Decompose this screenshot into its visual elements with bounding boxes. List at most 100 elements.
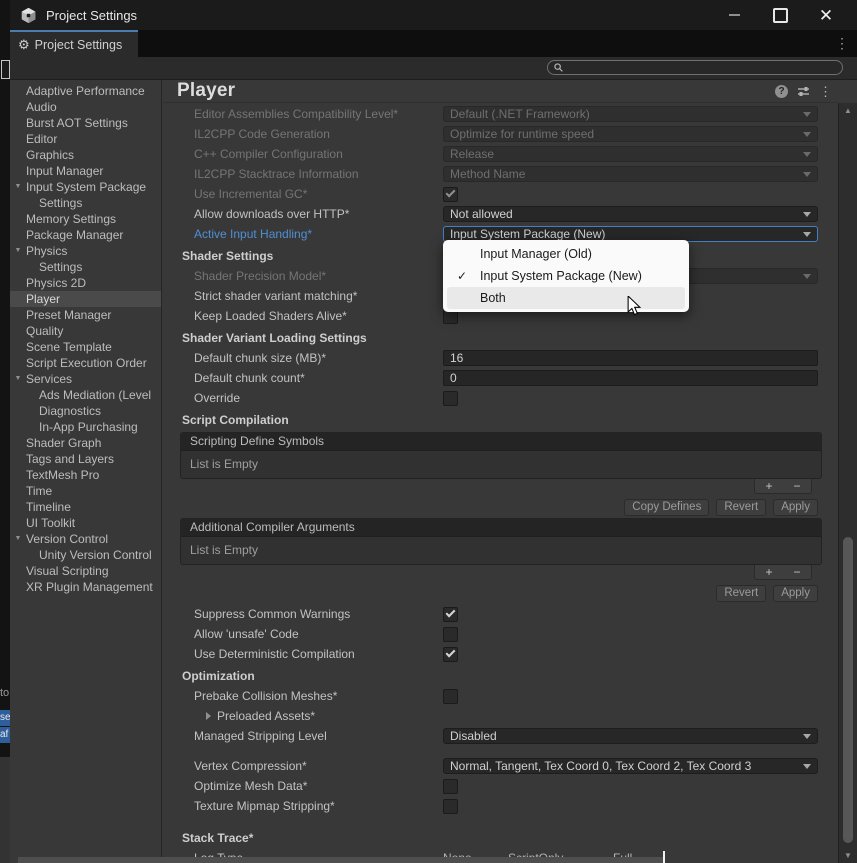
checkbox[interactable] [443,187,458,202]
settings-sidebar[interactable]: Adaptive Performance Audio Burst AOT Set… [10,80,162,863]
sidebar-item[interactable]: Settings [10,259,161,275]
sidebar-item[interactable]: ▼ Physics [10,243,161,259]
foldout-expanded-icon[interactable]: ▼ [12,243,24,259]
sidebar-item[interactable]: UI Toolkit [10,515,161,531]
window-titlebar[interactable]: Project Settings ✕ [10,0,857,30]
popup-option-input-manager-old[interactable]: Input Manager (Old) [443,243,689,265]
checkbox[interactable] [443,391,458,406]
sidebar-item[interactable]: ▼ Services [10,371,161,387]
popup-option-both[interactable]: Both [447,287,685,309]
background-caret-fragment [663,851,665,863]
page-title: Player [177,80,766,102]
dropdown[interactable]: Normal, Tangent, Tex Coord 0, Tex Coord … [443,758,818,774]
sidebar-item[interactable]: Adaptive Performance [10,83,161,99]
panel-menu-dots-icon[interactable]: ⋮ [819,85,832,98]
sidebar-item[interactable]: Timeline [10,499,161,515]
checkbox[interactable] [443,689,458,704]
sidebar-item[interactable]: Tags and Layers [10,451,161,467]
sidebar-item[interactable]: Settings [10,195,161,211]
sidebar-item[interactable]: Audio [10,99,161,115]
sidebar-item[interactable]: Package Manager [10,227,161,243]
sidebar-item[interactable]: Graphics [10,147,161,163]
row-label: Stack Trace* [182,831,253,845]
settings-row: Use Deterministic Compilation [163,644,838,664]
tab-project-settings[interactable]: ⚙ Project Settings [10,30,138,57]
apply-button[interactable]: Apply [773,499,818,516]
sidebar-item-label: Package Manager [26,228,123,242]
popup-option-input-system-package-new[interactable]: ✓ Input System Package (New) [443,265,689,287]
maximize-button[interactable] [757,0,803,30]
chevron-down-icon [803,172,811,177]
sidebar-item[interactable]: Preset Manager [10,307,161,323]
vertical-scrollbar[interactable]: ▲ ▼ [838,103,857,863]
remove-button[interactable]: − [793,566,800,578]
sidebar-item[interactable]: Shader Graph [10,435,161,451]
sidebar-item[interactable]: Burst AOT Settings [10,115,161,131]
scroll-down-icon[interactable]: ▼ [839,851,857,860]
sidebar-item[interactable]: ▼ Version Control [10,531,161,547]
close-button[interactable]: ✕ [803,0,849,30]
sidebar-item[interactable]: In-App Purchasing [10,419,161,435]
background-bottom-strip [18,857,665,863]
field-value: 16 [450,351,463,365]
settings-row: Allow 'unsafe' Code [163,624,838,644]
foldout-expanded-icon[interactable]: ▼ [12,531,24,547]
sidebar-item[interactable]: Player [10,291,161,307]
sidebar-item[interactable]: Script Execution Order [10,355,161,371]
dropdown[interactable]: Method Name [443,166,818,182]
foldout-collapsed-icon[interactable] [206,712,211,720]
spacer [163,746,838,756]
listbox-title[interactable]: Scripting Define Symbols [181,433,821,451]
sidebar-item[interactable]: Physics 2D [10,275,161,291]
row-label: Shader Settings [182,249,273,263]
minimize-button[interactable] [711,0,757,30]
sidebar-item[interactable]: Time [10,483,161,499]
foldout-expanded-icon[interactable]: ▼ [12,179,24,195]
sidebar-item-label: Memory Settings [26,212,116,226]
sidebar-item[interactable]: TextMesh Pro [10,467,161,483]
sidebar-item[interactable]: Memory Settings [10,211,161,227]
sidebar-item[interactable]: Scene Template [10,339,161,355]
chevron-down-icon [803,152,811,157]
sidebar-item[interactable]: Editor [10,131,161,147]
checkbox[interactable] [443,779,458,794]
dropdown[interactable]: Optimize for runtime speed [443,126,818,142]
scrollbar-thumb[interactable] [843,537,853,843]
sidebar-item-label: Physics 2D [26,276,86,290]
text-field[interactable]: 16 [443,350,818,366]
scroll-up-icon[interactable]: ▲ [839,106,857,115]
help-icon[interactable]: ? [775,85,788,98]
sidebar-item[interactable]: Diagnostics [10,403,161,419]
button-row: Revert Apply [163,585,818,602]
dropdown[interactable]: Disabled [443,728,818,744]
add-button[interactable]: + [765,566,772,578]
sidebar-item[interactable]: Unity Version Control [10,547,161,563]
checkbox[interactable] [443,607,458,622]
sidebar-item[interactable]: Input Manager [10,163,161,179]
revert-button[interactable]: Revert [716,585,766,602]
revert-button[interactable]: Revert [716,499,766,516]
add-button[interactable]: + [765,480,772,492]
remove-button[interactable]: − [793,480,800,492]
sidebar-item[interactable]: Ads Mediation (Level [10,387,161,403]
sidebar-item[interactable]: Quality [10,323,161,339]
listbox-title[interactable]: Additional Compiler Arguments [181,519,821,537]
checkbox[interactable] [443,647,458,662]
foldout-expanded-icon[interactable]: ▼ [12,371,24,387]
preset-sliders-icon[interactable] [797,85,810,98]
search-input[interactable] [547,60,843,75]
text-field[interactable]: 0 [443,370,818,386]
background-text-fragment: to [0,687,9,699]
checkbox[interactable] [443,799,458,814]
copy-defines-button[interactable]: Copy Defines [624,499,709,516]
sidebar-item[interactable]: XR Plugin Management [10,579,161,595]
apply-button[interactable]: Apply [773,585,818,602]
sidebar-item-label: Adaptive Performance [26,84,145,98]
dropdown[interactable]: Not allowed [443,206,818,222]
checkbox[interactable] [443,627,458,642]
dropdown[interactable]: Release [443,146,818,162]
sidebar-item[interactable]: ▼ Input System Package [10,179,161,195]
dropdown[interactable]: Default (.NET Framework) [443,106,818,122]
tab-menu-dots-icon[interactable]: ⋮ [835,30,849,57]
sidebar-item[interactable]: Visual Scripting [10,563,161,579]
